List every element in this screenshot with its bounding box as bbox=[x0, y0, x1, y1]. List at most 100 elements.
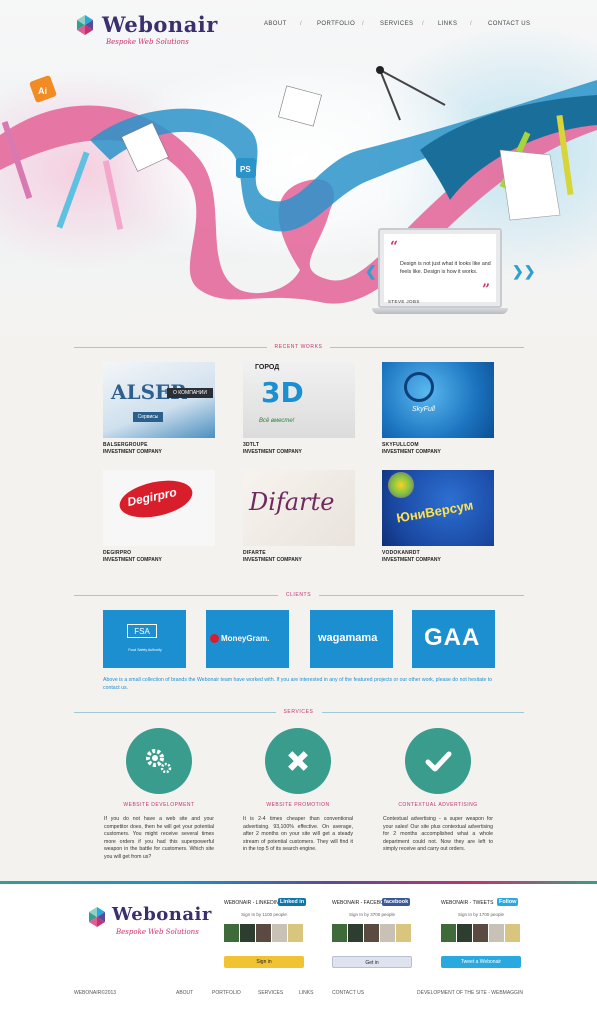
avatar[interactable] bbox=[272, 924, 287, 942]
logo-tagline: Bespoke Web Solutions bbox=[116, 928, 199, 936]
footer-nav-portfolio[interactable]: Portfolio bbox=[212, 990, 241, 996]
client-gaa[interactable]: GAA bbox=[412, 610, 495, 668]
work-name: SKYFULLCOM bbox=[382, 442, 419, 448]
work-item-degirpro[interactable]: Degirpro DEGIRPRO INVESTMENT COMPANY bbox=[103, 470, 215, 570]
avatar[interactable] bbox=[396, 924, 411, 942]
quote-text: Design is not just what it looks like an… bbox=[400, 261, 491, 275]
slider-next-arrow[interactable]: ❯❯ bbox=[512, 263, 535, 280]
footer-nav-contact[interactable]: Contact us bbox=[332, 990, 364, 996]
client-fsa[interactable]: FSA Food Safety Authority bbox=[103, 610, 186, 668]
svg-text:PS: PS bbox=[240, 165, 251, 174]
facebook-icon[interactable]: facebook bbox=[382, 898, 411, 906]
service-title: WEBSITE DEVELOPMENT bbox=[123, 802, 195, 808]
quote-close-icon: ” bbox=[482, 282, 491, 298]
avatar[interactable] bbox=[364, 924, 379, 942]
social-facebook: WEBONAIR - FACEBOOK facebook Sign In by … bbox=[332, 898, 428, 986]
nav-services[interactable]: Services bbox=[380, 21, 413, 27]
social-head: WEBONAIR - TWEETS bbox=[441, 900, 494, 906]
social-head: WEBONAIR - LINKEDIN bbox=[224, 900, 279, 906]
client-moneygram[interactable]: MoneyGram. bbox=[206, 610, 289, 668]
gears-icon bbox=[146, 749, 172, 774]
work-category: INVESTMENT COMPANY bbox=[243, 449, 302, 455]
social-twitter: WEBONAIR - TWEETS Follow Sign In by 1700… bbox=[441, 898, 537, 986]
facebook-getin-button[interactable]: Get in bbox=[332, 956, 412, 968]
work-thumbnail[interactable]: SkyFull bbox=[382, 362, 494, 438]
logo-text: Webonair bbox=[112, 904, 212, 925]
thumb-text: ЮниВерсум bbox=[395, 497, 475, 526]
avatar[interactable] bbox=[332, 924, 347, 942]
work-category: INVESTMENT COMPANY bbox=[243, 557, 302, 563]
avatar[interactable] bbox=[489, 924, 504, 942]
footer-nav-services[interactable]: Services bbox=[258, 990, 283, 996]
nav-about[interactable]: About bbox=[264, 21, 287, 27]
social-sub: Sign In by 1700 people bbox=[457, 912, 505, 917]
clients-title: CLIENTS bbox=[0, 592, 597, 598]
work-name: DEGIRPRO bbox=[103, 550, 132, 556]
work-category: INVESTMENT COMPANY bbox=[382, 449, 441, 455]
footer-nav-about[interactable]: About bbox=[176, 990, 193, 996]
footer-nav-links[interactable]: Links bbox=[299, 990, 313, 996]
follower-avatars bbox=[332, 924, 412, 942]
vodokan-logo-icon bbox=[388, 472, 414, 498]
footer-credit[interactable]: DEVELOPMENT OF THE SITE - WEBMAGGIN bbox=[417, 990, 523, 996]
ruler-pencil-icon bbox=[288, 751, 308, 771]
work-item-3dtlt[interactable]: ГОРОД 3D Всё вместе! 3DTLT INVESTMENT CO… bbox=[243, 362, 355, 462]
avatar[interactable] bbox=[380, 924, 395, 942]
nav-links[interactable]: Links bbox=[438, 21, 457, 27]
work-item-balsergroupe[interactable]: ALSER О КОМПАНИИ Сервисы BALSERGROUPE IN… bbox=[103, 362, 215, 462]
twitter-follow-icon[interactable]: Follow bbox=[497, 898, 519, 906]
work-item-vodokanrdt[interactable]: ЮниВерсум VODOKANRDT INVESTMENT COMPANY bbox=[382, 470, 494, 570]
skyfull-logo-icon bbox=[404, 372, 434, 402]
service-circle bbox=[126, 728, 192, 794]
work-thumbnail[interactable]: ЮниВерсум bbox=[382, 470, 494, 546]
thumb-text: Difarte bbox=[249, 488, 335, 516]
avatar[interactable] bbox=[505, 924, 520, 942]
avatar[interactable] bbox=[240, 924, 255, 942]
work-name: VODOKANRDT bbox=[382, 550, 420, 556]
work-category: INVESTMENT COMPANY bbox=[103, 449, 162, 455]
thumb-btn: Сервисы bbox=[133, 412, 163, 422]
service-circle bbox=[405, 728, 471, 794]
service-text: It is 2-4 times cheaper than conventiona… bbox=[243, 816, 353, 852]
work-thumbnail[interactable]: Degirpro bbox=[103, 470, 215, 546]
service-text: If you do not have a web site and your c… bbox=[104, 816, 214, 860]
nav-separator: / bbox=[300, 21, 302, 27]
nav-portfolio[interactable]: Portfolio bbox=[317, 21, 355, 27]
work-thumbnail[interactable]: ALSER О КОМПАНИИ Сервисы bbox=[103, 362, 215, 438]
nav-separator: / bbox=[362, 21, 364, 27]
avatar[interactable] bbox=[457, 924, 472, 942]
service-text: Contextual advertising - a super weapon … bbox=[383, 816, 493, 852]
work-category: INVESTMENT COMPANY bbox=[103, 557, 162, 563]
avatar[interactable] bbox=[348, 924, 363, 942]
avatar[interactable] bbox=[256, 924, 271, 942]
nav-contact[interactable]: Contact us bbox=[488, 21, 530, 27]
logo-mark-icon bbox=[77, 15, 93, 35]
footer-logo[interactable]: Webonair Bespoke Web Solutions bbox=[86, 904, 226, 944]
copyright: WEBONAIR©2013 bbox=[74, 990, 117, 996]
compass-icon bbox=[376, 66, 446, 121]
thumb-btn: Всё вместе! bbox=[259, 418, 295, 424]
client-gaa-logo: GAA bbox=[424, 624, 481, 651]
footer-bottom-bar: WEBONAIR©2013 About Portfolio Services L… bbox=[74, 990, 524, 1000]
work-thumbnail[interactable]: ГОРОД 3D Всё вместе! bbox=[243, 362, 355, 438]
work-name: DIFARTE bbox=[243, 550, 266, 556]
linkedin-signin-button[interactable]: Sign in bbox=[224, 956, 304, 968]
client-wagamama[interactable]: wagamama bbox=[310, 610, 393, 668]
social-linkedin: WEBONAIR - LINKEDIN Linked in Sign In by… bbox=[224, 898, 320, 986]
quote-author: STEVE JOBS bbox=[388, 299, 420, 304]
thumb-text: 3D bbox=[261, 376, 304, 409]
thumb-sub: ГОРОД bbox=[255, 364, 280, 371]
work-item-difarte[interactable]: Difarte DIFARTE INVESTMENT COMPANY bbox=[243, 470, 355, 570]
tweet-button[interactable]: Tweet a Webonair bbox=[441, 956, 521, 968]
page: Webonair Bespoke Web Solutions About / P… bbox=[0, 0, 597, 1024]
avatar[interactable] bbox=[473, 924, 488, 942]
logo-text: Webonair bbox=[102, 12, 218, 37]
work-thumbnail[interactable]: Difarte bbox=[243, 470, 355, 546]
work-item-skyfullcom[interactable]: SkyFull SKYFULLCOM INVESTMENT COMPANY bbox=[382, 362, 494, 462]
avatar[interactable] bbox=[288, 924, 303, 942]
avatar[interactable] bbox=[441, 924, 456, 942]
client-fsa-logo: FSA bbox=[127, 624, 157, 638]
avatar[interactable] bbox=[224, 924, 239, 942]
ai-icon: Ai bbox=[29, 75, 57, 103]
linkedin-icon[interactable]: Linked in bbox=[278, 898, 307, 906]
